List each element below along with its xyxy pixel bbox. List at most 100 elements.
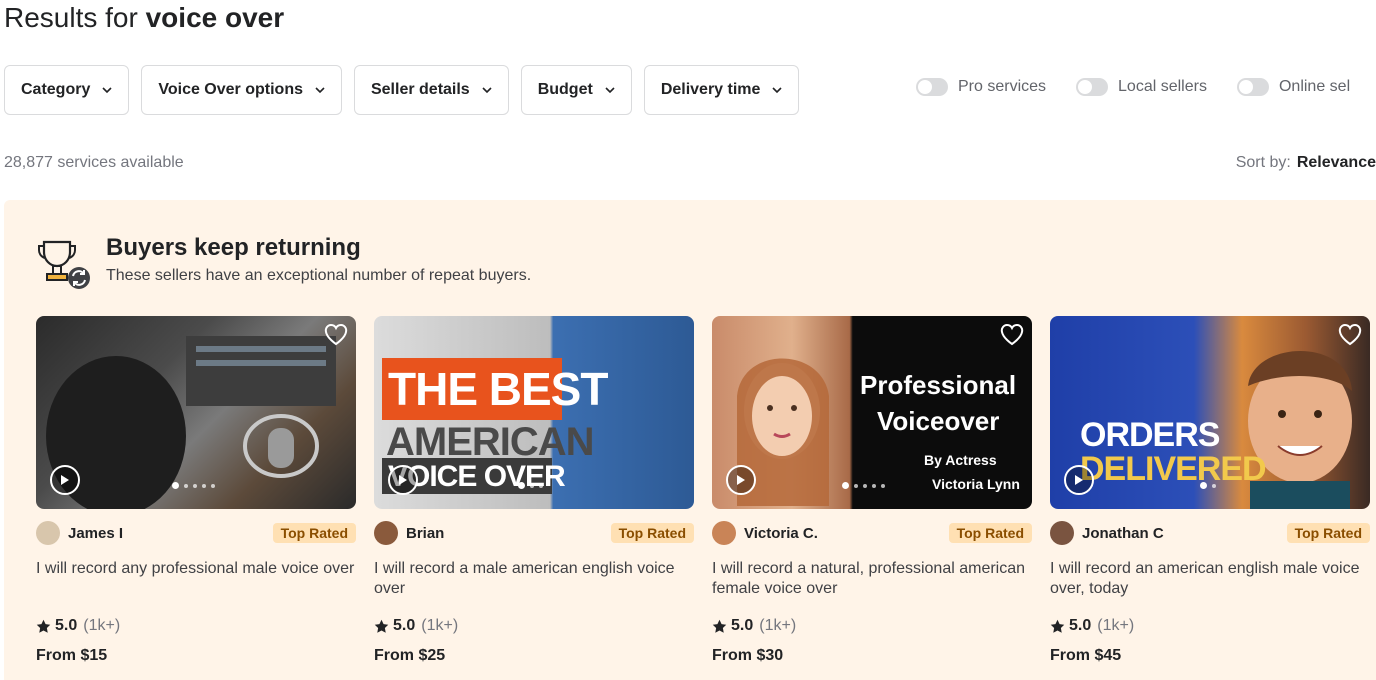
thumb-text-line: DELIVERED (1080, 450, 1267, 488)
chevron-down-icon (102, 85, 112, 95)
results-bar: 28,877 services available Sort by: Releva… (4, 154, 1376, 172)
top-rated-badge: Top Rated (1286, 523, 1370, 543)
chevron-down-icon (315, 85, 325, 95)
rating: 5.0 (1k+) (712, 617, 1032, 635)
rating-score: 5.0 (1069, 617, 1092, 634)
gig-title[interactable]: I will record an american english male v… (1050, 559, 1370, 599)
filter-seller-details-button[interactable]: Seller details (353, 65, 509, 115)
rating-count: (1k+) (83, 617, 121, 634)
gig-card[interactable]: James I Top Rated I will record any prof… (36, 316, 356, 665)
avatar[interactable] (36, 521, 60, 545)
seller-name[interactable]: James I (68, 525, 123, 542)
filter-budget-button[interactable]: Budget (520, 65, 632, 115)
seller-row: Jonathan C Top Rated (1050, 521, 1370, 545)
gig-title[interactable]: I will record a male american english vo… (374, 559, 694, 599)
section-title: Buyers keep returning (106, 234, 361, 261)
rating-score: 5.0 (55, 617, 78, 634)
gig-price: From $30 (712, 647, 784, 664)
rating-count: (1k+) (759, 617, 797, 634)
avatar[interactable] (374, 521, 398, 545)
carousel-dots[interactable] (842, 482, 885, 489)
avatar[interactable] (1050, 521, 1074, 545)
seller-row: Victoria C. Top Rated (712, 521, 1032, 545)
seller-row: James I Top Rated (36, 521, 356, 545)
buyers-keep-returning-section: Buyers keep returning These sellers have… (4, 200, 1376, 680)
carousel-dots[interactable] (172, 482, 215, 489)
results-count: 28,877 services available (4, 154, 184, 171)
rating: 5.0 (1k+) (36, 617, 356, 635)
seller-name[interactable]: Victoria C. (744, 525, 818, 542)
gig-price: From $45 (1050, 647, 1122, 664)
rating-score: 5.0 (393, 617, 416, 634)
gig-thumbnail[interactable]: Professional Voiceover By Actress Victor… (712, 316, 1032, 509)
gig-title[interactable]: I will record a natural, professional am… (712, 559, 1032, 599)
gig-card[interactable]: THE BEST AMERICAN VOICE OVER Brian Top R… (374, 316, 694, 665)
top-rated-badge: Top Rated (610, 523, 694, 543)
seller-row: Brian Top Rated (374, 521, 694, 545)
star-icon (712, 619, 727, 633)
thumb-text-line: Professional (860, 370, 1017, 400)
thumb-text-line: THE BEST (388, 363, 608, 415)
top-rated-badge: Top Rated (272, 523, 356, 543)
sort-dropdown[interactable]: Sort by: Relevance (1236, 154, 1376, 172)
gig-title[interactable]: I will record any professional male voic… (36, 559, 356, 599)
top-rated-badge: Top Rated (948, 523, 1032, 543)
gig-thumbnail[interactable]: THE BEST AMERICAN VOICE OVER (374, 316, 694, 509)
rating-count: (1k+) (421, 617, 459, 634)
search-term: voice over (145, 2, 285, 33)
sort-value[interactable]: Relevance (1297, 154, 1376, 171)
star-icon (1050, 619, 1065, 633)
gig-thumbnail[interactable]: ORDERS DELIVERED (1050, 316, 1370, 509)
pro-services-switch[interactable] (916, 78, 948, 96)
trophy-repeat-icon (36, 238, 94, 290)
star-icon (36, 619, 51, 633)
rating-count: (1k+) (1097, 617, 1135, 634)
chevron-down-icon (482, 85, 492, 95)
gig-thumbnail[interactable] (36, 316, 356, 509)
toggle-label: Pro services (958, 78, 1047, 95)
heart-icon[interactable] (1338, 323, 1362, 346)
rating: 5.0 (1k+) (374, 617, 694, 635)
toggle-group: Pro services Local sellers Online sel (916, 78, 1350, 96)
toggle-label: Local sellers (1118, 78, 1207, 95)
thumb-text-line: By Actress (924, 452, 997, 468)
play-icon[interactable] (1064, 465, 1094, 495)
seller-name[interactable]: Brian (406, 525, 444, 542)
filter-label: Category (21, 81, 91, 98)
heart-icon[interactable] (324, 323, 348, 346)
sort-label: Sort by: (1235, 154, 1291, 171)
gig-card[interactable]: ORDERS DELIVERED Jonathan C Top Rated I … (1050, 316, 1370, 665)
studio-image (46, 336, 336, 509)
gig-carousel: James I Top Rated I will record any prof… (36, 316, 1370, 665)
heart-icon[interactable] (1000, 323, 1024, 346)
filter-category-button[interactable]: Category (4, 65, 130, 115)
play-icon[interactable] (50, 465, 80, 495)
carousel-dots[interactable] (518, 482, 543, 489)
toggle-pro-services[interactable]: Pro services (916, 78, 1046, 96)
section-subtitle: These sellers have an exceptional number… (106, 267, 532, 284)
filter-label: Seller details (370, 81, 470, 98)
toggle-label: Online sel (1278, 78, 1351, 95)
filter-delivery-time-button[interactable]: Delivery time (643, 65, 800, 115)
carousel-dots[interactable] (1200, 482, 1216, 489)
thumb-text-line: Victoria Lynn (932, 476, 1020, 492)
filter-bar: Category Voice Over options Seller detai… (4, 65, 800, 115)
page-title: Results for voice over (4, 2, 284, 34)
play-icon[interactable] (726, 465, 756, 495)
gig-card[interactable]: Professional Voiceover By Actress Victor… (712, 316, 1032, 665)
gig-price: From $25 (374, 647, 446, 664)
online-sellers-switch[interactable] (1236, 78, 1269, 96)
star-icon (374, 619, 389, 633)
toggle-local-sellers[interactable]: Local sellers (1076, 78, 1207, 96)
play-icon[interactable] (388, 465, 418, 495)
thumb-text-line: Voiceover (877, 406, 1000, 436)
filter-voice-over-options-button[interactable]: Voice Over options (141, 65, 342, 115)
local-sellers-switch[interactable] (1076, 78, 1109, 96)
rating-score: 5.0 (731, 617, 754, 634)
seller-name[interactable]: Jonathan C (1082, 525, 1164, 542)
filter-label: Voice Over options (158, 81, 303, 98)
avatar[interactable] (712, 521, 736, 545)
filter-label: Budget (537, 81, 593, 98)
toggle-online-sellers[interactable]: Online sel (1236, 78, 1351, 96)
title-prefix: Results for (4, 2, 138, 33)
